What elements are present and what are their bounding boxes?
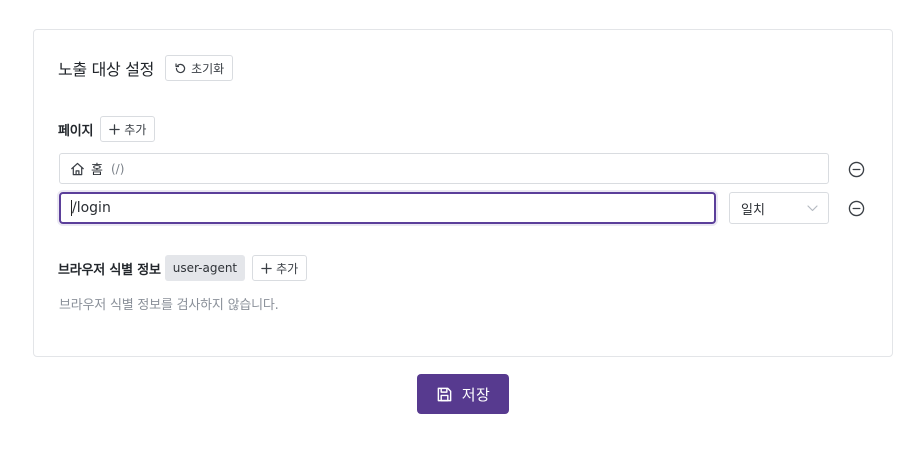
add-browser-label: 추가	[276, 261, 299, 276]
browser-help-text: 브라우저 식별 정보를 검사하지 않습니다.	[59, 298, 279, 313]
plus-icon	[109, 123, 121, 135]
home-icon	[71, 162, 84, 175]
browser-label-row: 브라우저 식별 정보 user-agent 추가	[58, 255, 308, 281]
page-path-input[interactable]: /login	[59, 192, 716, 224]
exposure-settings-card: 노출 대상 설정 초기화 페이지 추가 홈 (/) /login 일치 브라우저…	[33, 29, 893, 357]
browser-label: 브라우저 식별 정보	[58, 262, 161, 278]
home-page-path: (/)	[110, 161, 125, 176]
remove-circle-icon	[848, 200, 864, 216]
save-icon	[437, 387, 452, 401]
page-path-value: /login	[72, 200, 111, 216]
section-title: 노출 대상 설정	[58, 60, 155, 79]
match-type-select[interactable]: 일치	[729, 192, 829, 224]
pages-label-row: 페이지 추가	[58, 116, 156, 142]
pages-label: 페이지	[58, 123, 94, 139]
add-page-button[interactable]: 추가	[100, 116, 156, 142]
add-page-label: 추가	[124, 122, 147, 137]
reset-icon	[175, 62, 186, 73]
match-type-value: 일치	[741, 202, 765, 218]
save-button[interactable]: 저장	[417, 374, 509, 414]
remove-login-page-button[interactable]	[846, 198, 866, 218]
chevron-down-icon	[807, 204, 818, 211]
save-button-label: 저장	[461, 385, 491, 404]
home-page-name: 홈	[91, 163, 103, 178]
reset-button[interactable]: 초기화	[165, 55, 234, 81]
user-agent-chip: user-agent	[164, 255, 246, 281]
plus-icon	[261, 262, 272, 274]
section-header: 노출 대상 설정 초기화	[58, 55, 234, 81]
remove-home-page-button[interactable]	[846, 159, 866, 179]
reset-button-label: 초기화	[191, 61, 225, 76]
home-page-field[interactable]: 홈 (/)	[59, 153, 829, 184]
remove-circle-icon	[848, 161, 864, 177]
add-browser-button[interactable]: 추가	[252, 255, 308, 281]
